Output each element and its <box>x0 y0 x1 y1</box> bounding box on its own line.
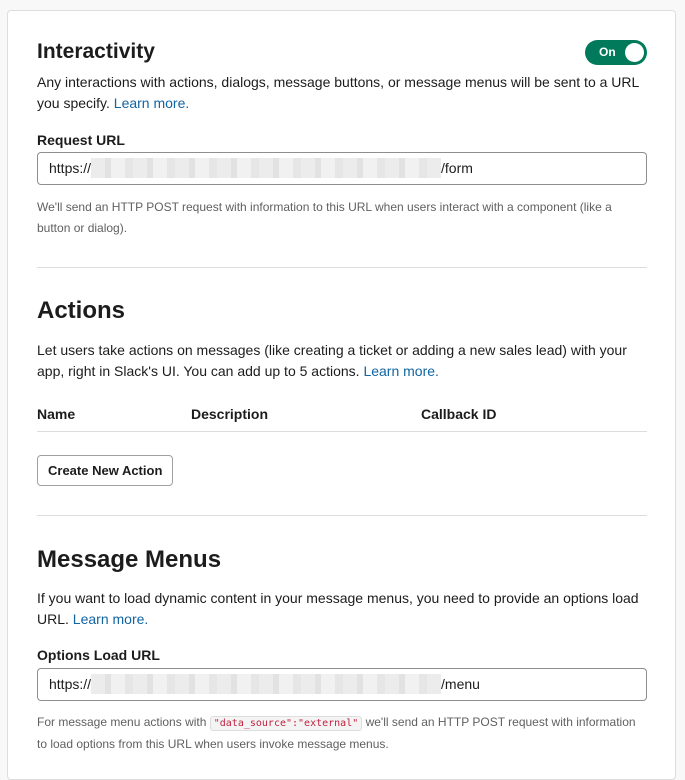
redacted-url <box>91 673 442 694</box>
data-source-code: "data_source":"external" <box>209 716 363 731</box>
options-url-suffix: /menu <box>441 676 480 692</box>
request-url-input[interactable]: https:// /form <box>37 152 647 185</box>
interactivity-description: Any interactions with actions, dialogs, … <box>37 72 647 114</box>
options-load-url-help: For message menu actions with "data_sour… <box>37 712 647 755</box>
actions-description: Let users take actions on messages (like… <box>37 340 647 382</box>
options-load-url-input[interactable]: https:// /menu <box>37 668 647 701</box>
redacted-url <box>91 157 442 178</box>
settings-card: Interactivity On Any interactions with a… <box>7 10 676 780</box>
column-header-description: Description <box>191 406 269 422</box>
interactivity-title: Interactivity <box>37 40 155 63</box>
table-header-divider <box>37 431 647 432</box>
options-help-before: For message menu actions with <box>37 715 207 729</box>
actions-title: Actions <box>37 297 126 324</box>
interactivity-toggle[interactable]: On <box>585 40 647 65</box>
message-menus-title: Message Menus <box>37 546 222 573</box>
create-new-action-button[interactable]: Create New Action <box>37 455 174 486</box>
actions-description-text: Let users take actions on messages (like… <box>37 342 627 379</box>
actions-learn-more-link[interactable]: Learn more. <box>363 363 438 379</box>
toggle-knob <box>625 43 644 62</box>
request-url-suffix: /form <box>441 160 473 176</box>
message-menus-description: If you want to load dynamic content in y… <box>37 588 647 630</box>
divider <box>37 267 647 268</box>
options-url-prefix: https:// <box>49 676 92 692</box>
column-header-callback-id: Callback ID <box>421 406 497 422</box>
request-url-help: We'll send an HTTP POST request with inf… <box>37 200 612 235</box>
toggle-label: On <box>599 45 616 59</box>
divider <box>37 515 647 516</box>
options-load-url-label: Options Load URL <box>37 647 160 663</box>
message-menus-learn-more-link[interactable]: Learn more. <box>73 611 148 627</box>
request-url-prefix: https:// <box>49 160 92 176</box>
column-header-name: Name <box>37 406 76 422</box>
request-url-label: Request URL <box>37 132 125 148</box>
interactivity-learn-more-link[interactable]: Learn more. <box>114 95 189 111</box>
